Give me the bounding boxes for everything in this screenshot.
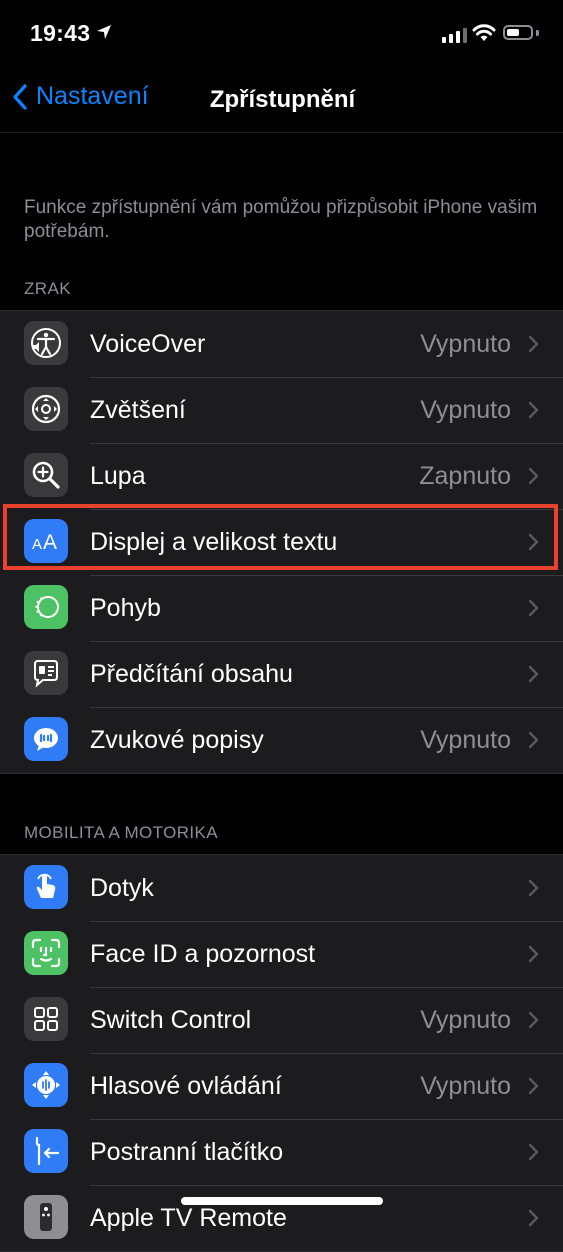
spoken-content-icon xyxy=(24,651,68,695)
row-audio-descriptions[interactable]: Zvukové popisy Vypnuto xyxy=(0,707,563,773)
row-spoken-content[interactable]: Předčítání obsahu xyxy=(0,641,563,707)
chevron-right-icon xyxy=(528,879,539,897)
row-label: Lupa xyxy=(90,461,146,490)
row-apple-tv-remote[interactable]: Apple TV Remote xyxy=(0,1185,563,1251)
chevron-right-icon xyxy=(528,401,539,419)
chevron-right-icon xyxy=(528,1209,539,1227)
touch-icon xyxy=(24,865,68,909)
motion-icon xyxy=(24,585,68,629)
voice-control-icon xyxy=(24,1063,68,1107)
row-label: Zvětšení xyxy=(90,395,186,424)
status-bar: 19:43 xyxy=(0,0,563,68)
row-label: Displej a velikost textu xyxy=(90,527,338,556)
face-id-icon xyxy=(24,931,68,975)
chevron-right-icon xyxy=(528,533,539,551)
row-label: Hlasové ovládání xyxy=(90,1071,282,1100)
svg-text:A: A xyxy=(32,536,42,553)
mobility-group: Dotyk Face ID a pozornost Switch Control… xyxy=(0,854,563,1252)
row-value: Vypnuto xyxy=(420,329,511,358)
navigation-bar: Nastavení Zpřístupnění xyxy=(0,68,563,133)
voiceover-icon xyxy=(24,321,68,365)
chevron-right-icon xyxy=(528,1143,539,1161)
row-label: Dotyk xyxy=(90,873,154,902)
remote-icon xyxy=(24,1195,68,1239)
row-switch-control[interactable]: Switch Control Vypnuto xyxy=(0,987,563,1053)
row-value: Zapnuto xyxy=(419,461,511,490)
row-label: Apple TV Remote xyxy=(90,1203,287,1232)
row-value: Vypnuto xyxy=(420,725,511,754)
chevron-right-icon xyxy=(528,665,539,683)
switch-control-icon xyxy=(24,997,68,1041)
row-label: Zvukové popisy xyxy=(90,725,264,754)
chevron-right-icon xyxy=(528,1011,539,1029)
row-face-id[interactable]: Face ID a pozornost xyxy=(0,921,563,987)
zoom-icon xyxy=(24,387,68,431)
vision-group: VoiceOver Vypnuto Zvětšení Vypnuto Lupa … xyxy=(0,310,563,774)
row-label: Pohyb xyxy=(90,593,161,622)
row-value: Vypnuto xyxy=(420,395,511,424)
chevron-right-icon xyxy=(528,335,539,353)
home-indicator[interactable] xyxy=(181,1197,383,1205)
row-label: Postranní tlačítko xyxy=(90,1137,284,1166)
section-header-mobility: MOBILITA A MOTORIKA xyxy=(24,823,219,842)
battery-tip xyxy=(536,30,539,36)
row-touch[interactable]: Dotyk xyxy=(0,855,563,921)
row-voice-control[interactable]: Hlasové ovládání Vypnuto xyxy=(0,1053,563,1119)
row-label: Face ID a pozornost xyxy=(90,939,316,968)
chevron-right-icon xyxy=(528,731,539,749)
chevron-right-icon xyxy=(528,599,539,617)
location-arrow-icon xyxy=(97,25,111,39)
magnifier-icon xyxy=(24,453,68,497)
row-label: Switch Control xyxy=(90,1005,252,1034)
side-button-icon xyxy=(24,1129,68,1173)
row-motion[interactable]: Pohyb xyxy=(0,575,563,641)
row-side-button[interactable]: Postranní tlačítko xyxy=(0,1119,563,1185)
section-header-vision: ZRAK xyxy=(24,279,71,298)
cellular-signal-icon xyxy=(442,28,467,43)
chevron-right-icon xyxy=(528,1077,539,1095)
wifi-icon xyxy=(472,24,496,41)
chevron-right-icon xyxy=(528,945,539,963)
status-time: 19:43 xyxy=(30,20,91,46)
row-zoom[interactable]: Zvětšení Vypnuto xyxy=(0,377,563,443)
svg-text:A: A xyxy=(43,531,57,554)
chevron-right-icon xyxy=(528,467,539,485)
row-voiceover[interactable]: VoiceOver Vypnuto xyxy=(0,311,563,377)
battery-icon xyxy=(503,25,533,40)
row-value: Vypnuto xyxy=(420,1071,511,1100)
page-title: Zpřístupnění xyxy=(209,86,356,113)
row-display-text-size[interactable]: AA Displej a velikost textu xyxy=(0,509,563,575)
audio-description-icon xyxy=(24,717,68,761)
intro-text: Funkce zpřístupnění vám pomůžou přizpůso… xyxy=(24,197,538,242)
row-magnifier[interactable]: Lupa Zapnuto xyxy=(0,443,563,509)
text-size-icon: AA xyxy=(24,519,68,563)
row-label: VoiceOver xyxy=(90,329,206,358)
row-label: Předčítání obsahu xyxy=(90,659,293,688)
row-value: Vypnuto xyxy=(420,1005,511,1034)
